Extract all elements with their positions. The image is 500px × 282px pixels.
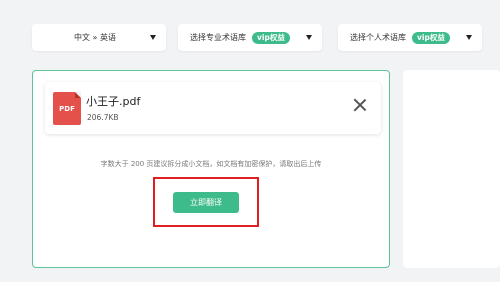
result-panel	[403, 70, 500, 268]
pro-glossary-select[interactable]: 选择专业术语库 vip权益	[178, 24, 322, 51]
personal-glossary-label: 选择个人术语库	[350, 33, 406, 42]
language-pair-select[interactable]: 中文 » 英语	[32, 24, 166, 51]
personal-glossary-select[interactable]: 选择个人术语库 vip权益	[338, 24, 482, 51]
file-size: 206.7KB	[87, 113, 119, 122]
remove-file-icon[interactable]	[353, 98, 367, 112]
vip-badge: vip权益	[252, 31, 290, 44]
pdf-file-icon: PDF	[53, 92, 81, 125]
vip-badge: vip权益	[412, 31, 450, 44]
upload-panel: PDF 小王子.pdf 206.7KB 字数大于 200 页建议拆分成小文档，如…	[32, 70, 390, 268]
upload-hint: 字数大于 200 页建议拆分成小文档，如文档有加密保护，请取出后上传	[100, 160, 322, 168]
chevron-down-icon	[466, 35, 472, 40]
language-pair-label: 中文 » 英语	[74, 33, 116, 42]
translate-button[interactable]: 立即翻译	[173, 192, 239, 213]
file-card: PDF 小王子.pdf 206.7KB	[45, 82, 381, 134]
chevron-down-icon	[306, 35, 312, 40]
chevron-down-icon	[150, 35, 156, 40]
file-name: 小王子.pdf	[86, 95, 141, 108]
pro-glossary-label: 选择专业术语库	[190, 33, 246, 42]
pdf-icon-label: PDF	[59, 104, 75, 113]
